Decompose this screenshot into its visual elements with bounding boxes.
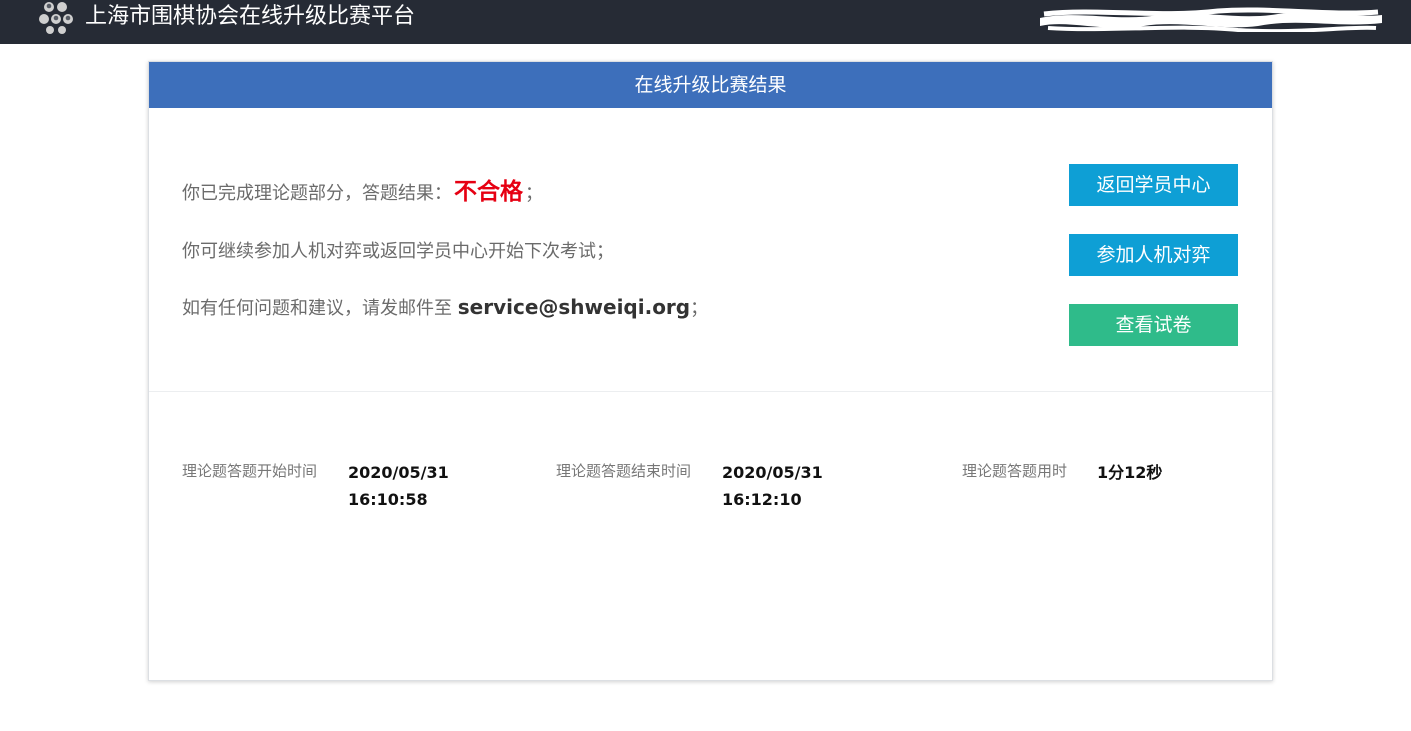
result-line-prefix: 你已完成理论题部分，答题结果： [182, 183, 452, 204]
end-clock: 16:12:10 [722, 490, 802, 509]
go-stones-logo-icon[interactable] [37, 0, 75, 34]
result-line-suffix: ； [525, 183, 543, 204]
play-ai-button[interactable]: 参加人机对弈 [1069, 234, 1238, 276]
start-time-value: 2020/05/31 16:10:58 [348, 459, 449, 513]
redacted-username[interactable] [1038, 6, 1384, 32]
result-line: 你已完成理论题部分，答题结果：不合格； [182, 179, 543, 207]
contact-line: 如有任何问题和建议，请发邮件至 service@shweiqi.org； [182, 294, 708, 322]
contact-email[interactable]: service@shweiqi.org [458, 295, 690, 319]
start-date: 2020/05/31 [348, 463, 449, 482]
section-divider [149, 391, 1272, 392]
duration-value: 1分12秒 [1097, 463, 1163, 482]
next-steps-line: 你可继续参加人机对弈或返回学员中心开始下次考试； [182, 241, 614, 262]
duration-label: 理论题答题用时 [962, 462, 1068, 480]
back-to-student-center-button[interactable]: 返回学员中心 [1069, 164, 1238, 206]
start-time-label: 理论题答题开始时间 [182, 462, 318, 480]
view-paper-button[interactable]: 查看试卷 [1069, 304, 1238, 346]
result-status: 不合格 [454, 179, 523, 205]
top-navbar: 上海市围棋协会在线升级比赛平台 [0, 0, 1411, 44]
result-panel: 在线升级比赛结果 你已完成理论题部分，答题结果：不合格； 你可继续参加人机对弈或… [148, 61, 1273, 681]
contact-line-suffix: ； [690, 298, 709, 319]
site-title[interactable]: 上海市围棋协会在线升级比赛平台 [85, 3, 415, 31]
end-time-label: 理论题答题结束时间 [556, 462, 692, 480]
end-date: 2020/05/31 [722, 463, 823, 482]
panel-title: 在线升级比赛结果 [149, 62, 1272, 108]
contact-line-prefix: 如有任何问题和建议，请发邮件至 [182, 298, 458, 319]
start-clock: 16:10:58 [348, 490, 428, 509]
end-time-value: 2020/05/31 16:12:10 [722, 459, 823, 513]
